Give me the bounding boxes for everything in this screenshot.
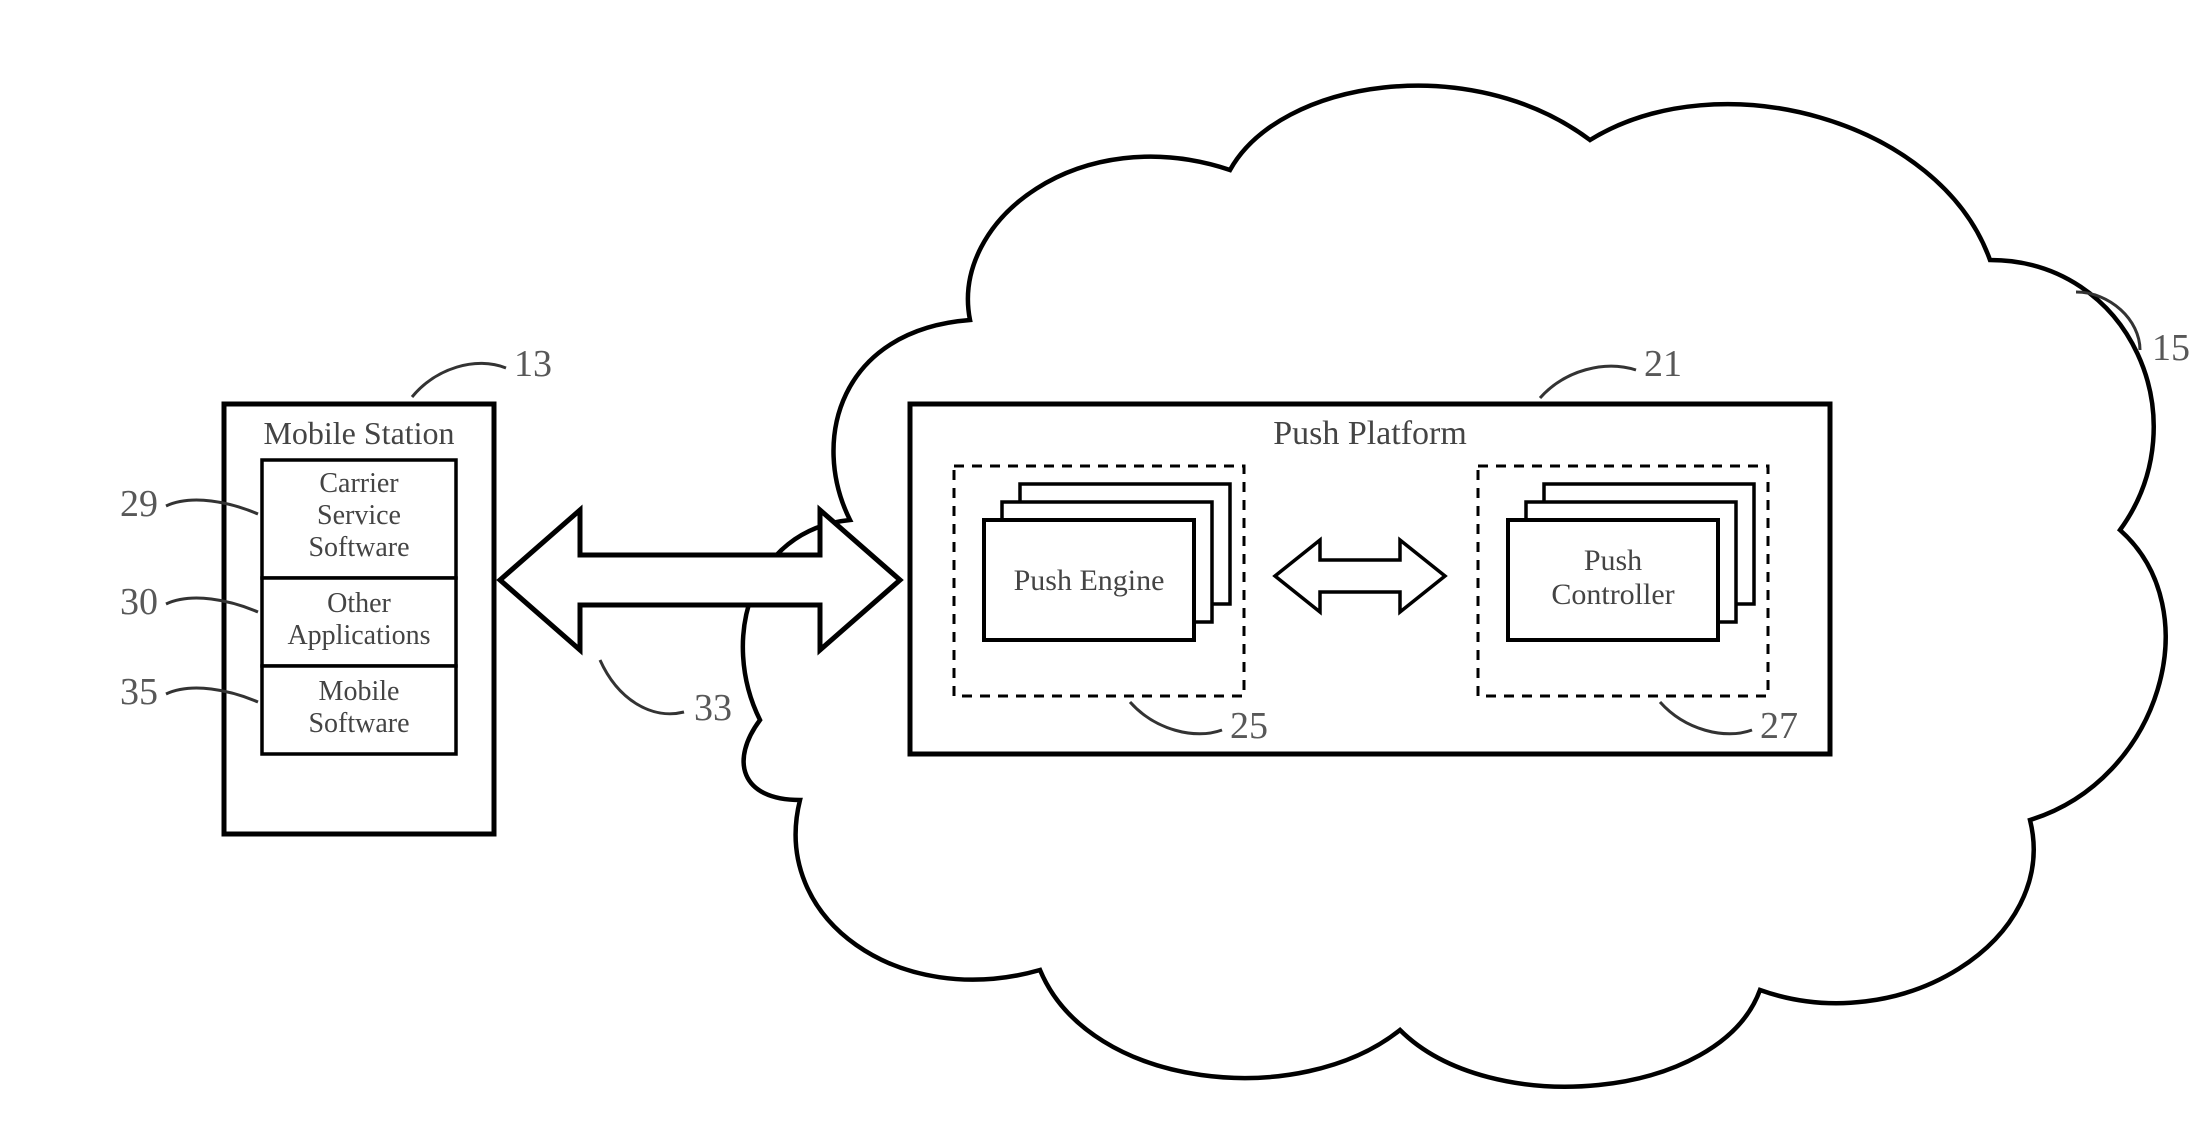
ref-13-text: 13 xyxy=(514,343,552,385)
svg-text:Software: Software xyxy=(308,708,409,739)
mobile-station-panel: Mobile Station Carrier Service Software … xyxy=(224,404,494,834)
ref-13: 13 xyxy=(412,343,552,397)
push-controller-label-line1: Push xyxy=(1584,544,1642,577)
ref-35-text: 35 xyxy=(120,671,158,713)
diagram-canvas: 15 Push Platform 21 Push Engine 25 xyxy=(0,0,2191,1130)
ref-15-text: 15 xyxy=(2152,327,2190,369)
ref-25-text: 25 xyxy=(1230,705,1268,747)
ref-29-text: 29 xyxy=(120,483,158,525)
push-controller-label-line2: Controller xyxy=(1551,578,1674,611)
push-platform-title: Push Platform xyxy=(1273,415,1467,452)
main-arrow-icon xyxy=(500,510,900,650)
ref-33-text: 33 xyxy=(694,687,732,729)
svg-text:Other: Other xyxy=(327,588,391,619)
svg-text:Software: Software xyxy=(308,532,409,563)
ref-30-text: 30 xyxy=(120,581,158,623)
ref-21-text: 21 xyxy=(1644,343,1682,385)
svg-text:Mobile: Mobile xyxy=(319,676,400,707)
ref-33: 33 xyxy=(600,660,732,729)
mobile-station-title: Mobile Station xyxy=(263,415,454,451)
push-platform-panel: Push Platform 21 Push Engine 25 xyxy=(910,343,1830,754)
ref-27-text: 27 xyxy=(1760,705,1798,747)
svg-text:Carrier: Carrier xyxy=(319,468,399,499)
svg-text:Applications: Applications xyxy=(287,620,430,651)
push-engine-label: Push Engine xyxy=(1014,564,1165,597)
svg-text:Service: Service xyxy=(317,500,401,531)
